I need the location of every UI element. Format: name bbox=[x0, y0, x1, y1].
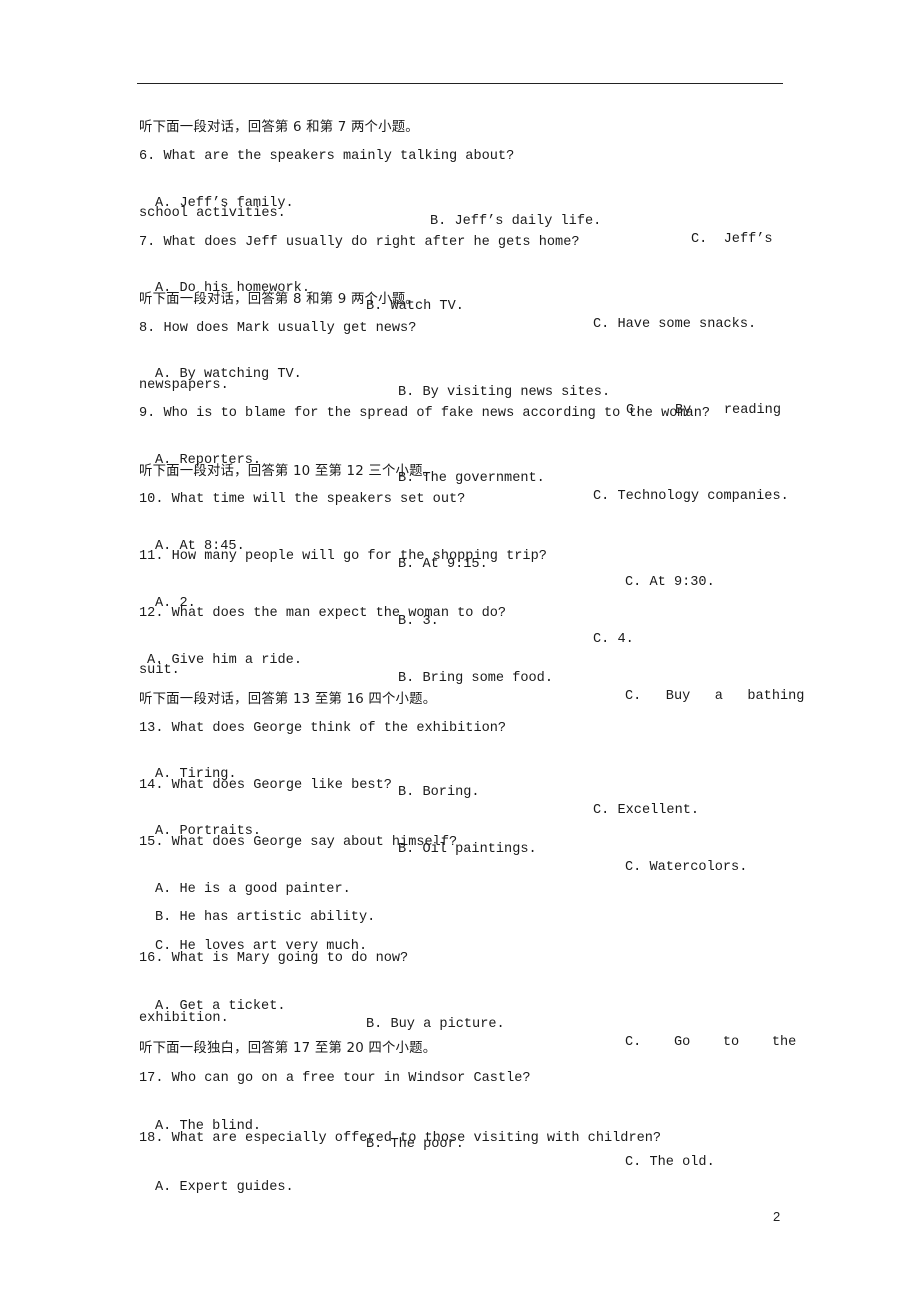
section-instruction: 听下面一段对话，回答第 13 至第 16 四个小题。 bbox=[139, 692, 437, 707]
section-instruction: 听下面一段对话，回答第 8 和第 9 两个小题。 bbox=[139, 292, 419, 307]
question-stem: 12. What does the man expect the woman t… bbox=[139, 606, 507, 621]
question-stem: 11. How many people will go for the shop… bbox=[139, 549, 547, 564]
question-stem: 17. Who can go on a free tour in Windsor… bbox=[139, 1071, 531, 1086]
question-stem: 8. How does Mark usually get news? bbox=[139, 321, 417, 336]
question-stem: 7. What does Jeff usually do right after… bbox=[139, 235, 580, 250]
question-stem: 15. What does George say about himself? bbox=[139, 835, 458, 850]
question-stem: 16. What is Mary going to do now? bbox=[139, 951, 409, 966]
option-c-continuation: exhibition. bbox=[139, 1011, 229, 1026]
option-c-continuation: school activities. bbox=[139, 206, 286, 221]
question-option: A. Expert guides. bbox=[139, 1161, 783, 1215]
question-stem: 18. What are especially offered to those… bbox=[139, 1131, 662, 1146]
question-stem: 13. What does George think of the exhibi… bbox=[139, 721, 507, 736]
question-stem: 6. What are the speakers mainly talking … bbox=[139, 149, 515, 164]
section-instruction: 听下面一段独白，回答第 17 至第 20 四个小题。 bbox=[139, 1041, 437, 1056]
option-a: A. Expert guides. bbox=[155, 1180, 294, 1195]
section-instruction: 听下面一段对话，回答第 6 和第 7 两个小题。 bbox=[139, 120, 419, 135]
question-stem: 9. Who is to blame for the spread of fak… bbox=[139, 406, 711, 421]
question-stem: 10. What time will the speakers set out? bbox=[139, 492, 466, 507]
section-instruction: 听下面一段对话，回答第 10 至第 12 三个小题。 bbox=[139, 464, 437, 479]
question-stem: 14. What does George like best? bbox=[139, 778, 392, 793]
option-c-continuation: newspapers. bbox=[139, 378, 229, 393]
document-page: 听下面一段对话，回答第 6 和第 7 两个小题。 6. What are the… bbox=[0, 0, 920, 1302]
option-c-continuation: suit. bbox=[139, 663, 180, 678]
page-number: 2 bbox=[773, 1209, 781, 1224]
header-rule bbox=[137, 83, 783, 84]
